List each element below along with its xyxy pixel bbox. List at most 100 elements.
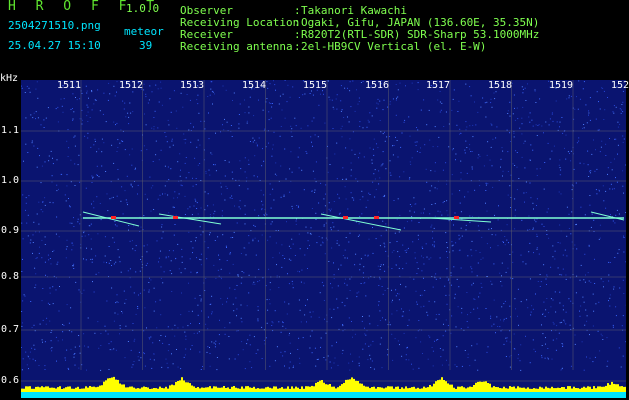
- noise-speck: [548, 237, 550, 239]
- noise-speck: [602, 87, 604, 89]
- noise-speck: [199, 351, 201, 353]
- noise-speck: [456, 346, 458, 348]
- noise-speck: [179, 175, 181, 177]
- noise-speck: [292, 366, 294, 368]
- noise-speck: [279, 135, 281, 137]
- noise-speck: [42, 288, 44, 289]
- noise-speck: [207, 247, 209, 249]
- noise-speck: [61, 105, 63, 107]
- noise-speck: [86, 90, 88, 92]
- noise-speck: [377, 265, 379, 267]
- amplitude-bar: [61, 389, 63, 392]
- noise-speck: [477, 157, 479, 159]
- noise-speck: [207, 316, 209, 318]
- noise-speck: [130, 349, 132, 351]
- amplitude-bar: [121, 384, 123, 392]
- noise-speck: [395, 99, 397, 101]
- noise-speck: [529, 112, 531, 114]
- noise-speck: [537, 125, 539, 126]
- noise-speck: [44, 369, 46, 370]
- noise-speck: [265, 285, 267, 287]
- amplitude-bar: [159, 386, 161, 392]
- noise-speck: [472, 124, 474, 126]
- noise-speck: [567, 151, 569, 153]
- noise-speck: [145, 93, 147, 95]
- amplitude-bar: [315, 382, 317, 392]
- noise-speck: [377, 147, 379, 149]
- amplitude-bar: [457, 386, 459, 392]
- noise-speck: [607, 173, 608, 175]
- noise-speck: [162, 282, 164, 284]
- noise-speck: [40, 209, 42, 211]
- noise-speck: [132, 111, 134, 113]
- noise-speck: [244, 99, 245, 101]
- noise-speck: [266, 322, 268, 324]
- amplitude-bar: [621, 386, 623, 392]
- noise-speck: [397, 89, 399, 91]
- noise-speck: [588, 110, 590, 112]
- noise-speck: [505, 317, 507, 319]
- noise-speck: [312, 94, 314, 96]
- noise-speck: [255, 353, 257, 354]
- noise-speck: [213, 342, 215, 344]
- noise-speck: [531, 119, 533, 121]
- noise-speck: [240, 282, 242, 284]
- noise-speck: [384, 290, 386, 291]
- noise-speck: [159, 194, 161, 196]
- noise-speck: [193, 126, 194, 128]
- noise-speck: [200, 207, 202, 209]
- noise-speck: [583, 279, 585, 281]
- noise-speck: [117, 169, 119, 170]
- noise-speck: [580, 206, 582, 208]
- noise-speck: [73, 356, 75, 358]
- noise-speck: [109, 93, 111, 95]
- noise-speck: [485, 184, 487, 186]
- noise-speck: [125, 325, 127, 327]
- amplitude-bar: [499, 388, 501, 392]
- amplitude-bar: [415, 388, 417, 392]
- noise-speck: [65, 248, 67, 250]
- noise-speck: [564, 321, 566, 323]
- noise-speck: [382, 195, 384, 197]
- noise-speck: [204, 241, 206, 243]
- noise-speck: [39, 155, 40, 157]
- noise-speck: [336, 142, 338, 144]
- noise-speck: [578, 140, 580, 142]
- noise-speck: [330, 283, 331, 285]
- noise-speck: [423, 305, 425, 307]
- noise-speck: [561, 321, 563, 323]
- amplitude-bar: [307, 386, 309, 392]
- noise-speck: [407, 247, 409, 249]
- noise-speck: [101, 151, 103, 153]
- noise-speck: [144, 193, 146, 195]
- noise-speck: [72, 119, 74, 121]
- noise-speck: [135, 313, 137, 315]
- noise-speck: [339, 212, 341, 214]
- amplitude-bar: [199, 388, 201, 392]
- noise-speck: [111, 287, 113, 289]
- noise-speck: [502, 175, 503, 177]
- noise-speck: [548, 312, 550, 314]
- noise-speck: [113, 241, 115, 243]
- noise-speck: [501, 147, 503, 149]
- noise-speck: [200, 234, 202, 236]
- noise-speck: [397, 293, 398, 295]
- noise-speck: [424, 290, 426, 291]
- amplitude-bar: [235, 387, 237, 392]
- noise-speck: [211, 313, 213, 315]
- noise-speck: [470, 312, 472, 313]
- noise-speck: [171, 353, 172, 355]
- noise-speck: [312, 145, 313, 147]
- noise-speck: [593, 310, 595, 312]
- noise-speck: [552, 120, 554, 122]
- amplitude-bar: [571, 388, 573, 392]
- noise-speck: [402, 311, 404, 313]
- noise-speck: [589, 204, 591, 206]
- noise-speck: [536, 248, 538, 250]
- noise-speck: [498, 205, 499, 207]
- noise-speck: [184, 354, 186, 356]
- noise-speck: [237, 275, 239, 277]
- noise-speck: [288, 303, 290, 305]
- noise-speck: [451, 109, 453, 111]
- noise-speck: [568, 228, 570, 229]
